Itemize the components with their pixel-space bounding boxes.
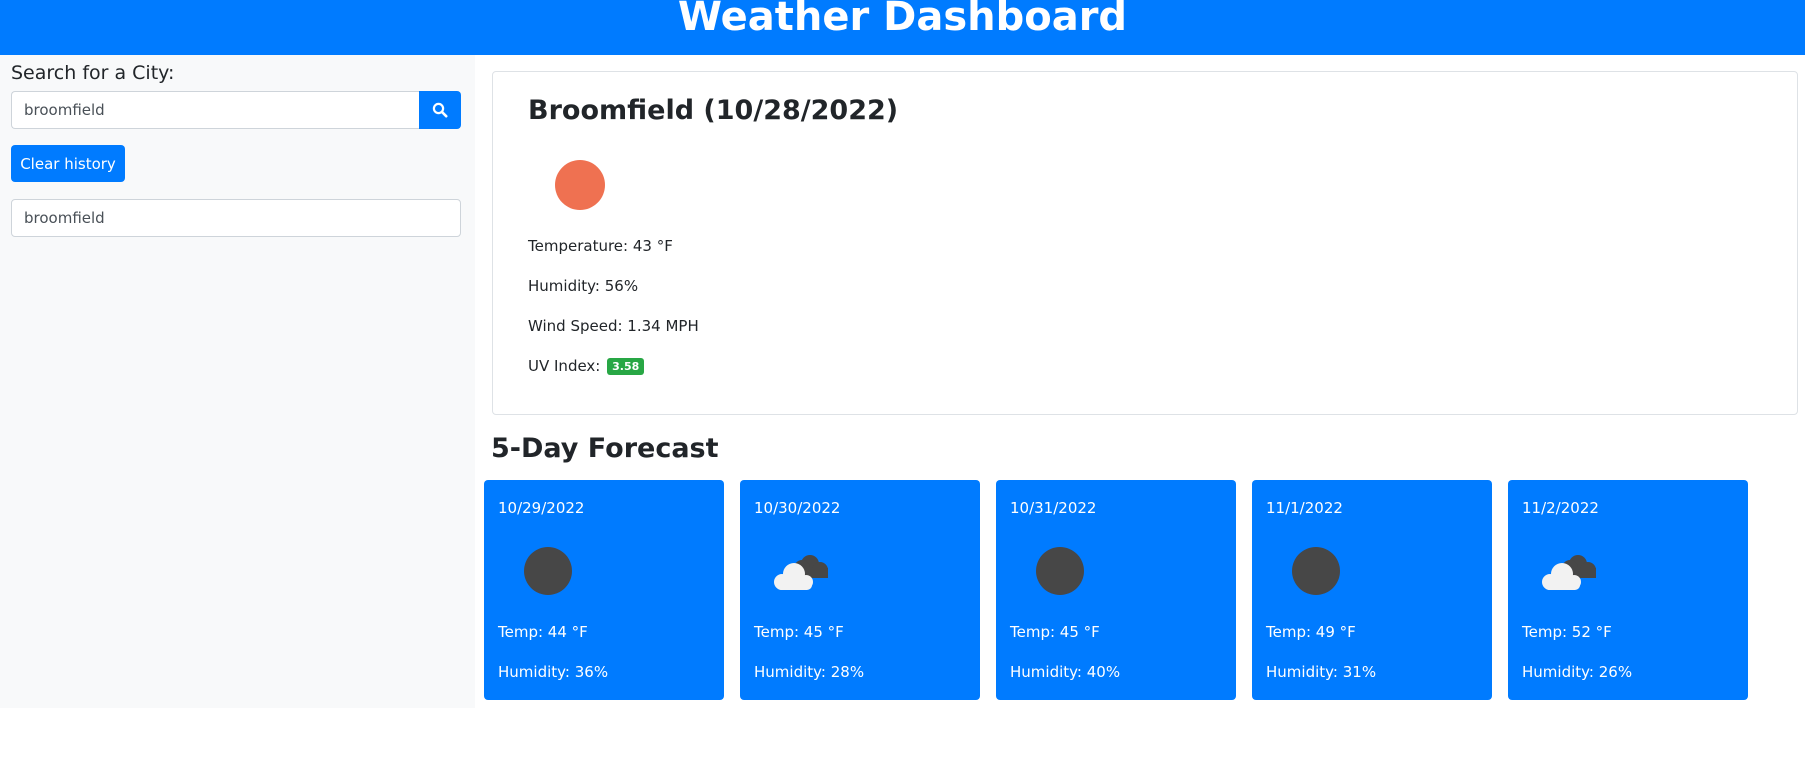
forecast-humidity: Humidity: 40% (1010, 663, 1121, 681)
search-label: Search for a City: (11, 62, 175, 84)
search-icon (432, 102, 448, 118)
forecast-date: 10/30/2022 (754, 499, 841, 517)
forecast-temp: Temp: 45 °F (1010, 623, 1100, 641)
forecast-temp: Temp: 45 °F (754, 623, 844, 641)
uv-index-badge: 3.58 (607, 358, 645, 375)
forecast-humidity: Humidity: 26% (1522, 663, 1633, 681)
forecast-card: 10/30/2022 Temp: 45 °F Humidity: 28% (740, 480, 980, 700)
wind-speed-text: Wind Speed: 1.34 MPH (528, 317, 699, 335)
current-weather-card: Broomfield (10/28/2022) Temperature: 43 … (492, 71, 1798, 415)
forecast-humidity: Humidity: 36% (498, 663, 609, 681)
forecast-date: 10/29/2022 (498, 499, 585, 517)
forecast-card: 10/31/2022 Temp: 45 °F Humidity: 40% (996, 480, 1236, 700)
clear-night-icon (1292, 547, 1340, 595)
forecast-card: 11/1/2022 Temp: 49 °F Humidity: 31% (1252, 480, 1492, 700)
search-input[interactable] (11, 91, 419, 129)
clear-history-button[interactable]: Clear history (11, 145, 125, 182)
uv-index-label: UV Index: (528, 357, 601, 375)
page-title: Weather Dashboard (677, 0, 1128, 40)
forecast-temp: Temp: 52 °F (1522, 623, 1612, 641)
humidity-text: Humidity: 56% (528, 277, 639, 295)
search-group (11, 91, 461, 129)
cloudy-icon (1542, 555, 1596, 590)
forecast-card: 11/2/2022 Temp: 52 °F Humidity: 26% (1508, 480, 1748, 700)
clear-night-icon (524, 547, 572, 595)
forecast-title: 5-Day Forecast (491, 433, 719, 464)
app-header: Weather Dashboard (0, 0, 1805, 55)
forecast-date: 11/2/2022 (1522, 499, 1599, 517)
cloudy-icon (774, 555, 828, 590)
forecast-date: 11/1/2022 (1266, 499, 1343, 517)
forecast-humidity: Humidity: 28% (754, 663, 865, 681)
city-title: Broomfield (10/28/2022) (528, 95, 899, 126)
forecast-temp: Temp: 44 °F (498, 623, 588, 641)
forecast-humidity: Humidity: 31% (1266, 663, 1377, 681)
forecast-temp: Temp: 49 °F (1266, 623, 1356, 641)
sun-icon (555, 160, 605, 210)
search-button[interactable] (419, 91, 461, 129)
temperature-text: Temperature: 43 °F (528, 237, 673, 255)
sidebar: Search for a City: Clear history broomfi… (0, 55, 475, 708)
forecast-card: 10/29/2022 Temp: 44 °F Humidity: 36% (484, 480, 724, 700)
forecast-date: 10/31/2022 (1010, 499, 1097, 517)
clear-night-icon (1036, 547, 1084, 595)
history-item[interactable]: broomfield (11, 199, 461, 237)
uv-index-row: UV Index: 3.58 (528, 357, 645, 375)
